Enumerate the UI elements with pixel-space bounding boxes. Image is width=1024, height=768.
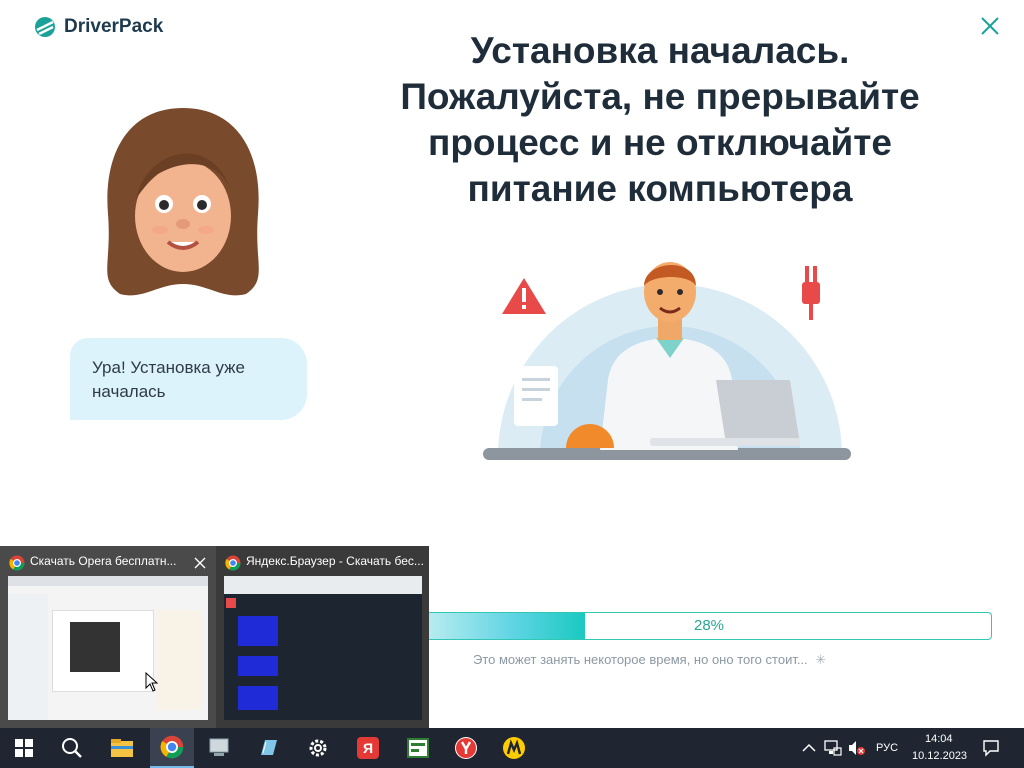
- assistant-message: Ура! Установка уже началась: [92, 358, 245, 401]
- taskbar-settings[interactable]: [296, 728, 340, 768]
- notifications-icon[interactable]: [982, 739, 1000, 757]
- chrome-icon: [160, 735, 184, 759]
- preview-thumbnail-opera: [8, 576, 208, 720]
- taskbar-yandex-browser[interactable]: [444, 728, 488, 768]
- preview-title: Скачать Opera бесплатн...: [30, 554, 177, 568]
- taskbar-window-preview: Скачать Opera бесплатн... Яндекс.Браузер…: [0, 546, 429, 728]
- network-icon[interactable]: [824, 740, 842, 756]
- settings-icon: [309, 739, 327, 757]
- taskbar-yandex-market[interactable]: [492, 728, 536, 768]
- install-progress-label: 28%: [693, 617, 725, 634]
- clock-date[interactable]: 10.12.2023: [912, 750, 967, 762]
- assistant-message-bubble: Ура! Установка уже началась: [70, 338, 307, 420]
- preview-window-yandex[interactable]: Яндекс.Браузер - Скачать бес...: [216, 546, 429, 728]
- file-explorer-icon: [111, 739, 133, 757]
- chevron-up-icon[interactable]: [802, 742, 816, 754]
- volume-muted-icon[interactable]: [848, 740, 866, 756]
- close-icon: [981, 17, 999, 35]
- taskbar-remote-desktop[interactable]: [198, 728, 242, 768]
- preview-title: Яндекс.Браузер - Скачать бес...: [246, 554, 424, 568]
- svg-text:Я: Я: [363, 740, 373, 756]
- chrome-icon: [9, 555, 25, 571]
- taskbar: Я РУС 14:04 10.12.2023: [0, 728, 1024, 768]
- taskbar-file-explorer[interactable]: [100, 728, 144, 768]
- page-title: Установка началась. Пожалуйста, не преры…: [340, 28, 980, 212]
- loading-spinner-icon: ✳: [815, 652, 827, 667]
- search-icon: [62, 738, 82, 758]
- install-progress-bar: 28%: [426, 612, 992, 640]
- preview-thumbnail-yandex: [224, 576, 422, 720]
- progress-hint: Это может занять некоторое время, но оно…: [473, 652, 826, 668]
- remote-desktop-icon: [209, 738, 229, 756]
- start-icon: [15, 739, 33, 757]
- taskbar-yandex[interactable]: Я: [346, 728, 390, 768]
- preview-window-opera[interactable]: Скачать Opera бесплатн...: [0, 546, 216, 728]
- start-button[interactable]: [2, 728, 46, 768]
- headline-line: питание компьютера: [467, 168, 853, 209]
- driverpack-logo: DriverPack: [34, 16, 163, 38]
- chrome-icon: [225, 555, 241, 571]
- yandex-browser-icon: [455, 737, 477, 759]
- language-indicator[interactable]: РУС: [876, 742, 898, 754]
- taskbar-notes[interactable]: [246, 728, 290, 768]
- headline-line: Установка началась.: [470, 30, 850, 71]
- notes-icon: [261, 740, 277, 755]
- yandex-icon: Я: [357, 737, 379, 759]
- assistant-avatar: [107, 108, 259, 296]
- headline-line: процесс и не отключайте: [427, 122, 893, 163]
- close-icon[interactable]: [194, 557, 206, 569]
- mouse-cursor-icon: [145, 672, 159, 692]
- headline-line: Пожалуйста, не прерывайте: [400, 76, 920, 117]
- driverpack-logo-icon: [35, 17, 55, 37]
- technician-illustration: [483, 262, 851, 460]
- taskbar-app[interactable]: [396, 728, 440, 768]
- app-icon: [407, 738, 429, 758]
- taskbar-chrome[interactable]: [150, 728, 194, 768]
- clock-time[interactable]: 14:04: [925, 733, 953, 745]
- search-button[interactable]: [50, 728, 94, 768]
- close-button[interactable]: [978, 14, 1002, 38]
- progress-hint-text: Это может занять некоторое время, но оно…: [473, 652, 808, 667]
- yandex-market-icon: [503, 737, 525, 759]
- app-name: DriverPack: [64, 16, 164, 37]
